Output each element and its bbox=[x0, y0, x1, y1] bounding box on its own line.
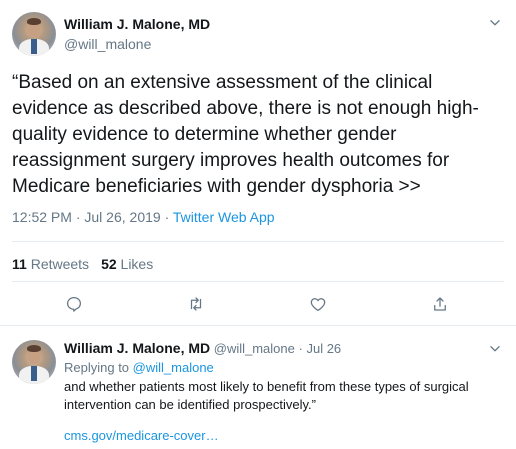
reply-author-name[interactable]: William J. Malone, MD bbox=[64, 340, 210, 356]
reply-tweet[interactable]: William J. Malone, MD @will_malone · Jul… bbox=[0, 326, 516, 449]
source-app-link[interactable]: Twitter Web App bbox=[173, 209, 275, 225]
reply-header: William J. Malone, MD @will_malone · Jul… bbox=[64, 340, 341, 356]
retweets-label: Retweets bbox=[30, 256, 90, 272]
main-tweet: William J. Malone, MD @will_malone “Base… bbox=[0, 0, 516, 316]
reply-author-handle[interactable]: @will_malone bbox=[214, 341, 295, 356]
reply-separator: · bbox=[298, 341, 303, 356]
tweet-date[interactable]: Jul 26, 2019 bbox=[84, 209, 160, 225]
chevron-down-icon[interactable] bbox=[488, 16, 502, 30]
likes-stat[interactable]: 52 Likes bbox=[101, 256, 153, 272]
author-name[interactable]: William J. Malone, MD bbox=[64, 16, 210, 32]
tweet-actions bbox=[0, 292, 516, 316]
like-icon[interactable] bbox=[306, 292, 330, 316]
replying-to-label: Replying to bbox=[64, 360, 130, 375]
divider bbox=[12, 281, 504, 282]
tweet-time[interactable]: 12:52 PM bbox=[12, 209, 72, 225]
retweets-stat[interactable]: 11 Retweets bbox=[12, 256, 89, 272]
retweet-icon[interactable] bbox=[184, 292, 208, 316]
reply-text: and whether patients most likely to bene… bbox=[64, 379, 469, 412]
reply-date[interactable]: Jul 26 bbox=[306, 341, 341, 356]
chevron-down-icon[interactable] bbox=[488, 342, 502, 356]
share-icon[interactable] bbox=[428, 292, 452, 316]
tweet-meta: 12:52 PM · Jul 26, 2019 · Twitter Web Ap… bbox=[12, 209, 275, 225]
replying-to: Replying to @will_malone bbox=[64, 360, 214, 375]
reply-author-avatar[interactable] bbox=[12, 340, 56, 384]
divider bbox=[12, 241, 504, 242]
tweet-text: “Based on an extensive assessment of the… bbox=[12, 72, 479, 197]
likes-label: Likes bbox=[120, 256, 154, 272]
retweets-count: 11 bbox=[12, 256, 27, 272]
author-avatar[interactable] bbox=[12, 12, 56, 56]
meta-separator: · bbox=[71, 209, 85, 225]
replying-to-mention[interactable]: @will_malone bbox=[133, 360, 214, 375]
tweet-stats: 11 Retweets 52 Likes bbox=[12, 256, 153, 272]
author-handle[interactable]: @will_malone bbox=[64, 36, 151, 52]
reply-link[interactable]: cms.gov/medicare-cover… bbox=[64, 428, 219, 443]
meta-separator: · bbox=[160, 209, 173, 225]
reply-icon[interactable] bbox=[62, 292, 86, 316]
likes-count: 52 bbox=[101, 256, 117, 272]
